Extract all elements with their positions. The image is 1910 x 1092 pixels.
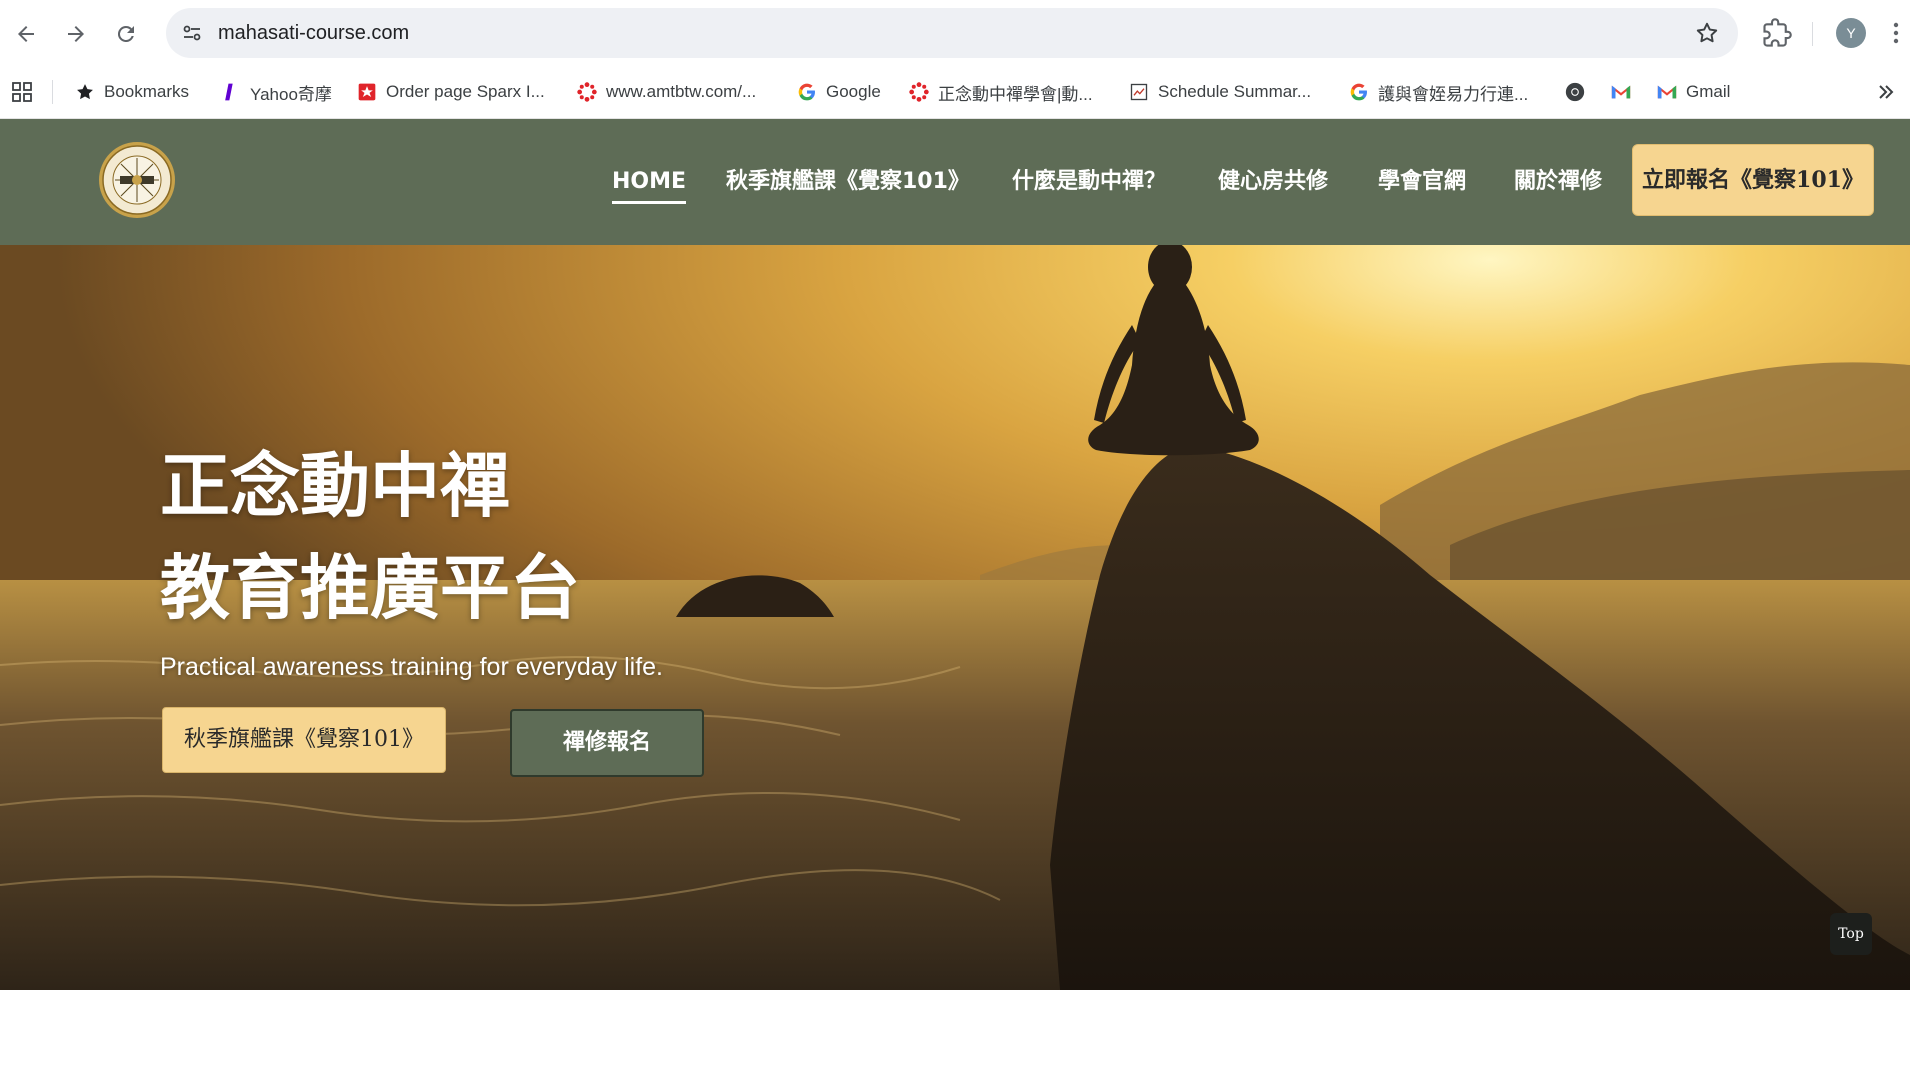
more-bookmarks-chevron-icon[interactable] [1874, 80, 1898, 104]
bookmark-label: Bookmarks [104, 82, 190, 101]
nav-what-is-mahasati[interactable]: 什麼是動中禪？ [1012, 119, 1166, 245]
back-to-top-button[interactable]: Top [1830, 913, 1872, 955]
nav-home[interactable]: HOME [612, 119, 687, 245]
reload-button[interactable] [106, 14, 146, 54]
bookmark-label: Gmail [1686, 82, 1731, 101]
browser-toolbar: mahasati-course.com Y [0, 0, 1910, 66]
bookmark-label: Schedule Summar... [1158, 82, 1312, 101]
bookmark-label: 正念動中禪學會|動... [938, 84, 1093, 104]
yahoo-icon [220, 81, 242, 103]
apps-grid-icon[interactable] [10, 80, 34, 104]
profile-avatar[interactable]: Y [1836, 18, 1866, 48]
site-header: HOME 秋季旗艦課《覺察101》 什麼是動中禪？ 健心房共修 學會官網 關於禪… [0, 119, 1910, 245]
bookmark-sparx[interactable]: Order page Sparx I... [356, 66, 545, 118]
mahasati-icon [908, 81, 930, 103]
bookmark-schedule[interactable]: Schedule Summar... [1128, 66, 1311, 118]
hero-title: 正念動中禪 教育推廣平台 [160, 435, 580, 639]
nav-about-meditation[interactable]: 關於禪修 [1514, 119, 1602, 245]
toolbar-divider [1812, 22, 1813, 46]
star-icon [74, 81, 96, 103]
bookmark-mahasati[interactable]: 正念動中禪學會|動... [908, 66, 1093, 118]
bookmark-gmail-icon-only[interactable] [1610, 66, 1640, 118]
gmail-icon [1656, 81, 1678, 103]
google-icon [796, 81, 818, 103]
google-icon [1348, 81, 1370, 103]
hero-section: 正念動中禪 教育推廣平台 Practical awareness trainin… [0, 245, 1910, 990]
bookmark-gmail[interactable]: Gmail [1656, 66, 1730, 118]
bookmark-label: Yahoo奇摩 [250, 84, 332, 104]
bookmark-label: Google [826, 82, 881, 101]
reload-icon [117, 25, 134, 42]
bookmark-chromium[interactable] [1564, 66, 1594, 118]
gmail-icon [1610, 81, 1632, 103]
bookmark-label: Order page Sparx I... [386, 82, 545, 101]
amtb-icon [576, 81, 598, 103]
bookmarks-bar: Bookmarks Yahoo奇摩 Order page Sparx I... … [0, 66, 1910, 119]
bookmark-star-icon[interactable] [1694, 20, 1720, 46]
back-button[interactable] [6, 14, 46, 54]
hero-title-line2: 教育推廣平台 [160, 546, 580, 629]
bookmarks-separator [52, 80, 53, 104]
bookmark-label: 護與會姪易力行連... [1378, 84, 1529, 104]
main-navigation: HOME 秋季旗艦課《覺察101》 什麼是動中禪？ 健心房共修 學會官網 關於禪… [0, 119, 1910, 245]
bookmark-google[interactable]: Google [796, 66, 881, 118]
nav-association-site[interactable]: 學會官網 [1378, 119, 1466, 245]
nav-autumn-flagship-course[interactable]: 秋季旗艦課《覺察101》 [726, 119, 970, 245]
forward-arrow-icon [68, 26, 84, 42]
meditation-registration-button[interactable]: 禪修報名 [510, 709, 704, 777]
back-arrow-icon [18, 26, 34, 42]
url-text[interactable]: mahasati-course.com [218, 8, 409, 58]
bookmark-label: www.amtbtw.com/... [606, 82, 757, 101]
bookmark-folder-bookmarks[interactable]: Bookmarks [74, 66, 189, 118]
bookmark-yahoo[interactable]: Yahoo奇摩 [220, 66, 332, 118]
hero-title-line1: 正念動中禪 [160, 444, 510, 527]
site-settings-icon[interactable] [180, 21, 204, 45]
register-now-button[interactable]: 立即報名《覺察101》 [1632, 144, 1874, 216]
more-menu-icon[interactable] [1890, 18, 1902, 48]
sparx-icon [356, 81, 378, 103]
hero-subtitle: Practical awareness training for everyda… [160, 653, 664, 681]
nav-group-practice[interactable]: 健心房共修 [1218, 119, 1328, 245]
address-bar[interactable]: mahasati-course.com [166, 8, 1738, 58]
chromium-icon [1564, 81, 1586, 103]
bookmark-google-2[interactable]: 護與會姪易力行連... [1348, 66, 1528, 118]
schedule-icon [1128, 81, 1150, 103]
autumn-course-button[interactable]: 秋季旗艦課《覺察101》 [162, 707, 446, 773]
bookmark-amtbtw[interactable]: www.amtbtw.com/... [576, 66, 756, 118]
forward-button[interactable] [56, 14, 96, 54]
extensions-puzzle-icon[interactable] [1762, 18, 1792, 48]
